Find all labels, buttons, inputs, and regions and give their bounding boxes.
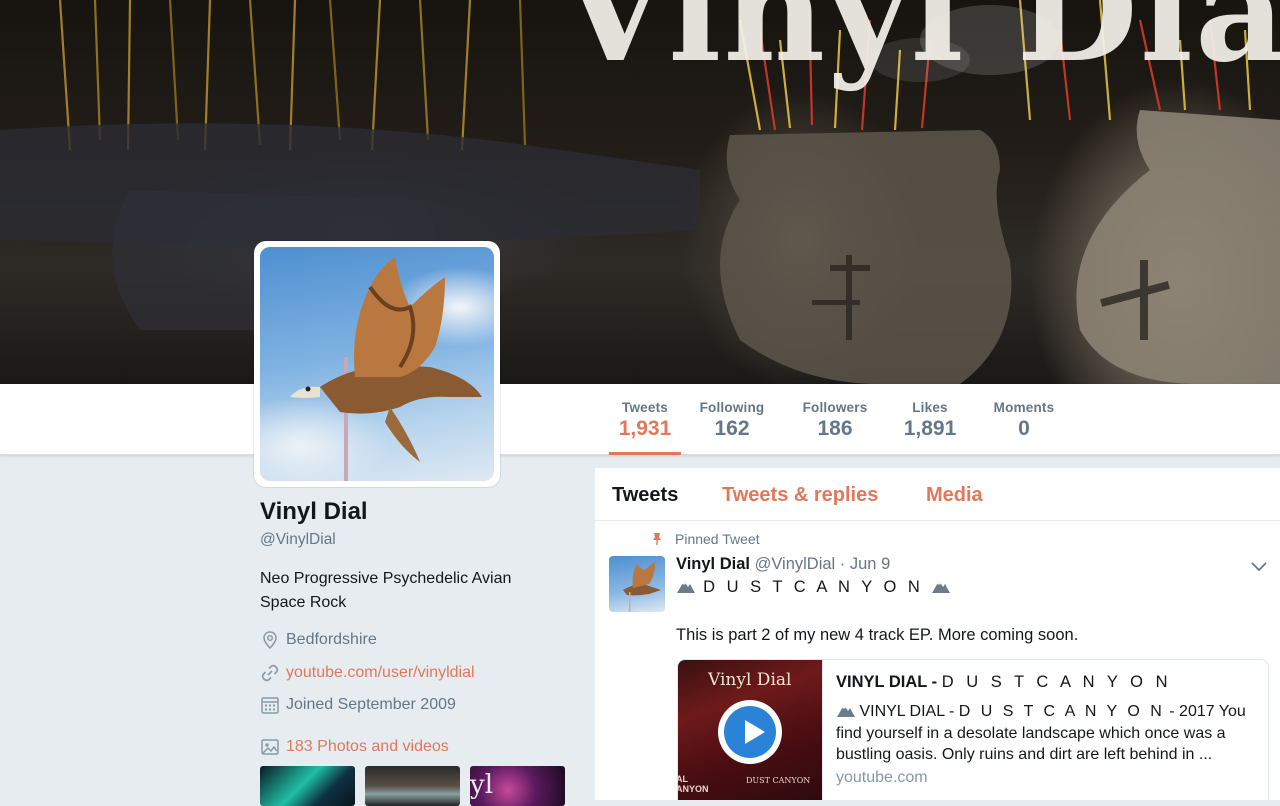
map-pin-icon [263,631,277,650]
timeline: Tweets Tweets & replies Media Pinned Twe… [595,468,1280,800]
profile-website[interactable]: youtube.com/user/vinyldial [260,661,475,685]
tweet-avatar[interactable] [609,556,665,612]
card-art-subtitle: DUST CANYON [746,776,811,785]
mountain-snow-icon [677,581,695,593]
tab-tweets[interactable]: Tweets [612,484,678,507]
stat-label: Tweets [622,400,668,415]
card-title-spaced: D U S T C A N Y O N [941,673,1172,691]
card-desc-prefix: VINYL DIAL - [855,703,959,720]
play-icon[interactable] [718,700,782,764]
pinned-label: Pinned Tweet [675,531,760,547]
stat-value: 0 [1018,417,1030,440]
stat-value: 1,891 [903,417,957,440]
tweet-header: Vinyl Dial @VinylDial · Jun 9 [676,555,890,574]
stat-value: 1,931 [618,417,672,440]
stat-likes[interactable]: Likes 1,891 [899,384,961,454]
stat-followers[interactable]: Followers 186 [798,384,872,454]
link-icon [261,664,279,682]
media-thumbnail[interactable] [365,766,460,806]
card-title-prefix: VINYL DIAL - [836,673,942,691]
stat-label: Following [699,400,765,415]
stat-label: Followers [802,400,868,415]
location-text: Bedfordshire [286,631,377,648]
tweet-title-text: D U S T C A N Y O N [703,578,924,596]
chevron-down-icon[interactable] [1250,559,1268,573]
card-title: VINYL DIAL - D U S T C A N Y O N [836,673,1172,692]
profile-joined: Joined September 2009 [260,693,456,717]
profile-location: Bedfordshire [260,628,377,652]
tab-media[interactable]: Media [926,484,983,507]
card-art-side-line: ANYON [678,784,709,794]
mountain-snow-icon [837,705,855,717]
card-thumbnail: Vinyl Dial AL ANYON DUST CANYON [678,660,823,800]
website-link[interactable]: youtube.com/user/vinyldial [286,664,475,682]
card-domain: youtube.com [836,769,928,786]
pin-icon [653,533,661,545]
profile-nav: Tweets 1,931 Following 162 Followers 186… [0,384,1280,455]
pinned-indicator: Pinned Tweet [650,531,760,547]
link-card[interactable]: Vinyl Dial AL ANYON DUST CANYON VINYL DI… [677,659,1269,800]
mountain-snow-icon [932,581,951,593]
tweet-author-name[interactable]: Vinyl Dial [676,555,750,573]
joined-text: Joined September 2009 [286,696,456,713]
card-desc-spaced: D U S T C A N Y O N [958,703,1165,720]
stat-label: Likes [912,400,948,415]
calendar-icon [261,697,279,714]
hawk-illustration [623,562,661,612]
media-thumbnail[interactable]: yl [470,766,565,806]
tweet-text: This is part 2 of my new 4 track EP. Mor… [676,626,1079,644]
card-art-side-text: AL ANYON [678,774,709,794]
tab-tweets-replies[interactable]: Tweets & replies [722,484,878,507]
media-thumbnails: yl [260,766,565,806]
hawk-illustration [290,257,482,481]
stat-tweets[interactable]: Tweets 1,931 [609,384,681,455]
thumbnail-text: yl [470,770,494,800]
card-art-side-line: AL [678,774,688,784]
profile-avatar[interactable] [254,241,500,487]
stat-moments[interactable]: Moments 0 [988,384,1060,454]
card-description: VINYL DIAL - D U S T C A N Y O N - 2017 … [836,701,1258,766]
profile-handle[interactable]: @VinylDial [260,531,336,549]
tweet-title: D U S T C A N Y O N [676,578,951,597]
banner-title: Vinyl Dial [560,0,1280,94]
image-icon [261,739,279,755]
profile-photos[interactable]: 183 Photos and videos [260,735,449,759]
profile-bio: Neo Progressive Psychedelic Avian Space … [260,570,512,611]
photos-link[interactable]: 183 Photos and videos [286,738,449,756]
card-art-title: Vinyl Dial [708,670,792,690]
stat-label: Moments [993,400,1055,415]
tweet-meta[interactable]: @VinylDial · Jun 9 [755,555,891,573]
profile-name[interactable]: Vinyl Dial [260,498,368,526]
stat-following[interactable]: Following 162 [695,384,769,454]
stat-value: 162 [714,417,750,440]
avatar-image [260,247,494,481]
media-thumbnail[interactable] [260,766,355,806]
profile-banner: Vinyl Dial [0,0,1280,384]
stat-value: 186 [817,417,853,440]
timeline-tabs: Tweets Tweets & replies Media [595,468,1280,521]
